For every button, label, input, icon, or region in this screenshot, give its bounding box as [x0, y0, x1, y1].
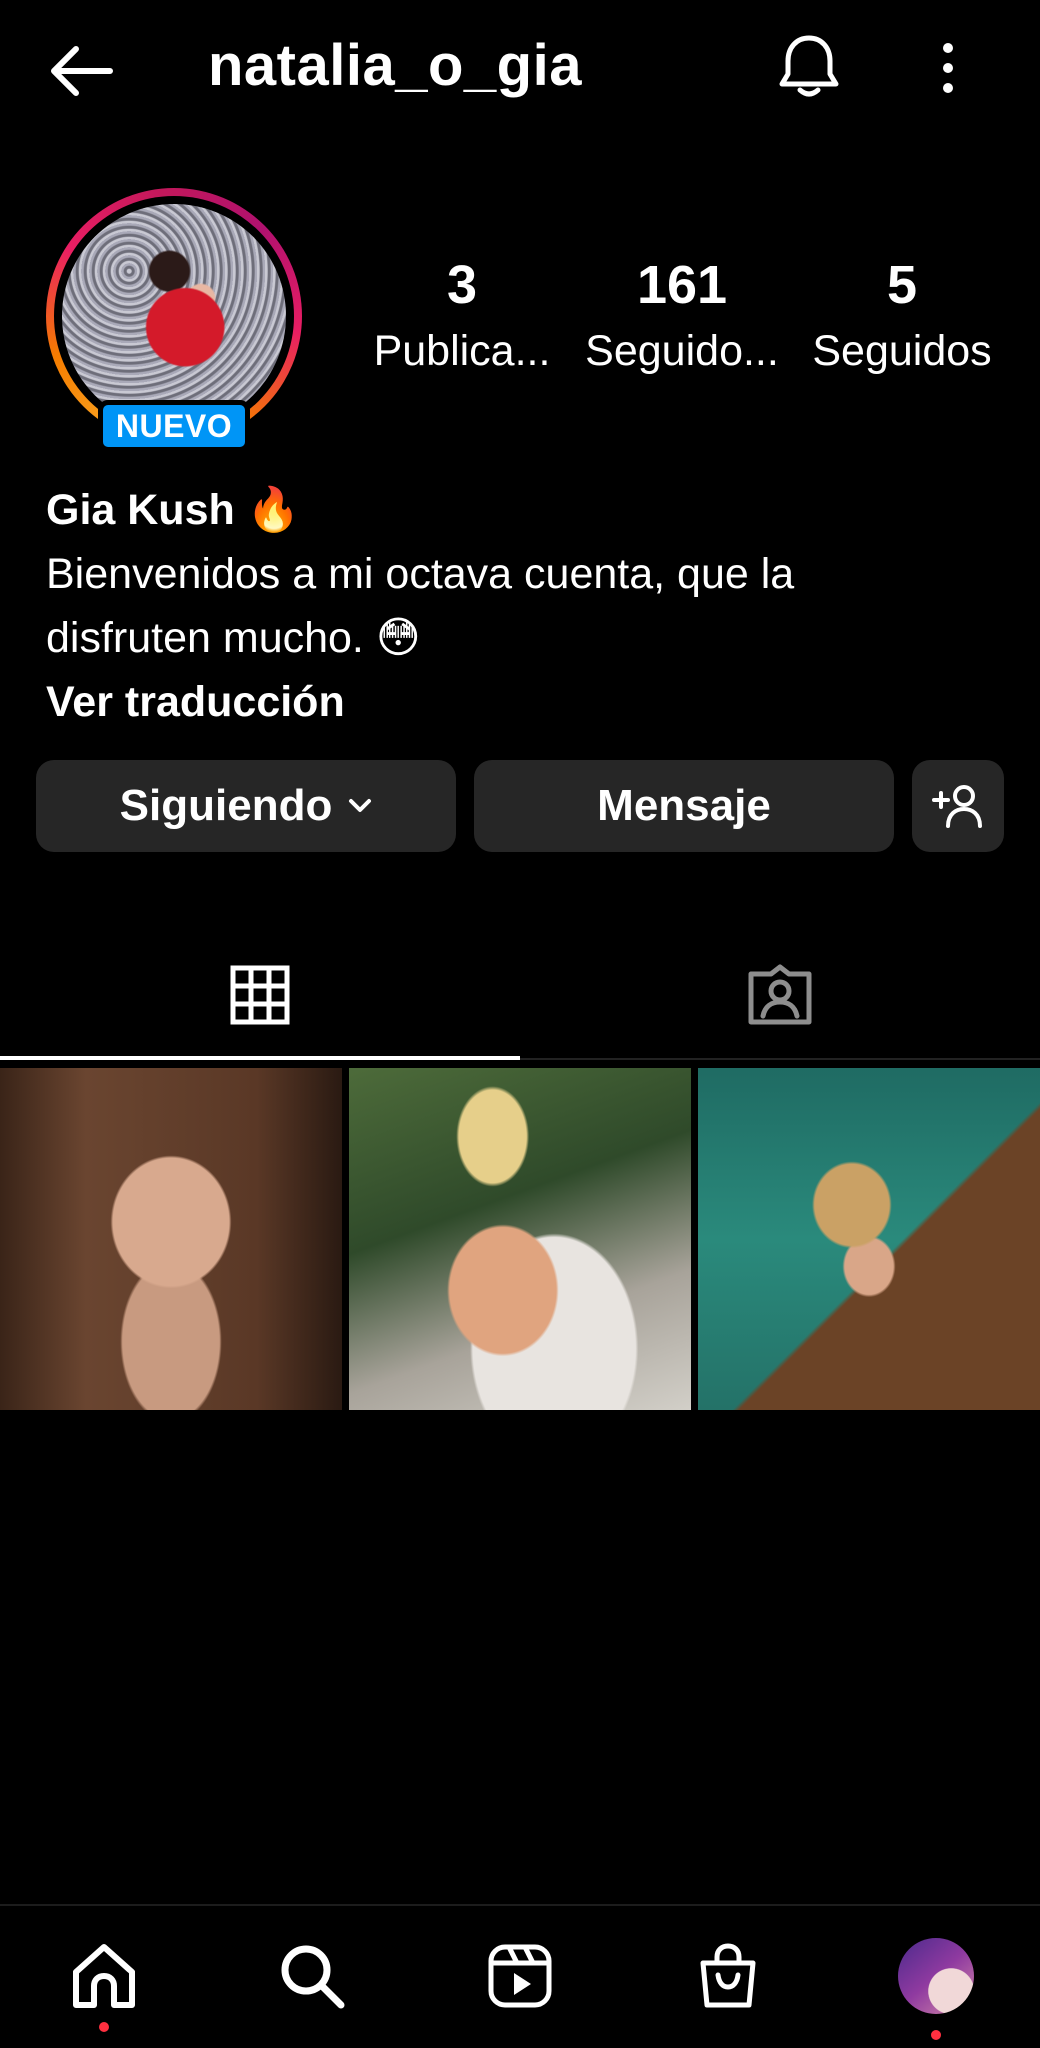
stat-posts[interactable]: 3 Publica... [352, 250, 572, 390]
notifications-button[interactable] [770, 28, 848, 106]
bio-line-2: disfruten mucho. 😳 [46, 614, 421, 662]
profile-avatar [62, 204, 286, 428]
stat-followers-label: Seguido... [585, 327, 779, 375]
post-thumbnail-2[interactable] [349, 1068, 691, 1410]
search-icon [281, 1945, 345, 2009]
nav-profile[interactable] [894, 1934, 978, 2018]
display-name: Gia Kush 🔥 [46, 486, 301, 534]
post-thumbnail-3[interactable] [698, 1068, 1040, 1410]
following-label: Siguiendo [119, 781, 333, 830]
arrow-left-icon [51, 46, 113, 96]
tagged-person-icon [748, 964, 812, 1025]
bottom-navigation [0, 1904, 1040, 2048]
following-button[interactable]: Siguiendo [36, 760, 456, 852]
stat-followers-value: 161 [636, 255, 728, 315]
active-tab-indicator [0, 1056, 520, 1060]
profile-tabs [0, 930, 1040, 1062]
message-label: Mensaje [597, 781, 771, 830]
post-thumbnail-1[interactable] [0, 1068, 342, 1410]
grid-icon [230, 965, 290, 1025]
nav-reels[interactable] [478, 1934, 562, 2018]
profile-bio: Gia Kush 🔥 Bienvenidos a mi octava cuent… [46, 478, 1006, 734]
new-badge: NUEVO [98, 400, 250, 452]
top-bar: natalia_o_gia [0, 0, 1040, 140]
stat-following[interactable]: 5 Seguidos [792, 250, 1012, 390]
shop-bag-icon [700, 1943, 756, 2008]
tab-divider [520, 1058, 1040, 1060]
nav-search[interactable] [270, 1934, 354, 2018]
more-options-button[interactable] [920, 32, 976, 104]
profile-notification-dot [931, 2030, 941, 2040]
stat-posts-value: 3 [446, 255, 478, 315]
home-icon [73, 1944, 135, 2008]
profile-username: natalia_o_gia [208, 33, 582, 98]
back-button[interactable] [40, 30, 122, 112]
message-button[interactable]: Mensaje [474, 760, 894, 852]
more-vertical-icon [943, 43, 953, 93]
nav-shop[interactable] [686, 1934, 770, 2018]
stat-followers[interactable]: 161 Seguido... [572, 250, 792, 390]
suggested-accounts-button[interactable] [912, 760, 1004, 852]
add-person-icon [932, 785, 982, 828]
stat-following-label: Seguidos [812, 327, 992, 375]
chevron-down-icon [349, 799, 372, 812]
home-notification-dot [99, 2022, 109, 2032]
reels-icon [488, 1944, 552, 2008]
stat-posts-label: Publica... [373, 327, 551, 375]
bio-line-1: Bienvenidos a mi octava cuenta, que la [46, 550, 795, 598]
stat-following-value: 5 [886, 255, 918, 315]
bell-icon [779, 35, 839, 97]
tab-tagged[interactable] [520, 930, 1040, 1060]
nav-home[interactable] [62, 1934, 146, 2018]
see-translation-link[interactable]: Ver traducción [46, 670, 1006, 734]
tab-posts-grid[interactable] [0, 930, 520, 1060]
profile-stats: 3 Publica... 161 Seguido... 5 Seguidos [352, 250, 1012, 390]
posts-grid [0, 1068, 1040, 1410]
profile-avatar-nav [898, 1938, 974, 2014]
